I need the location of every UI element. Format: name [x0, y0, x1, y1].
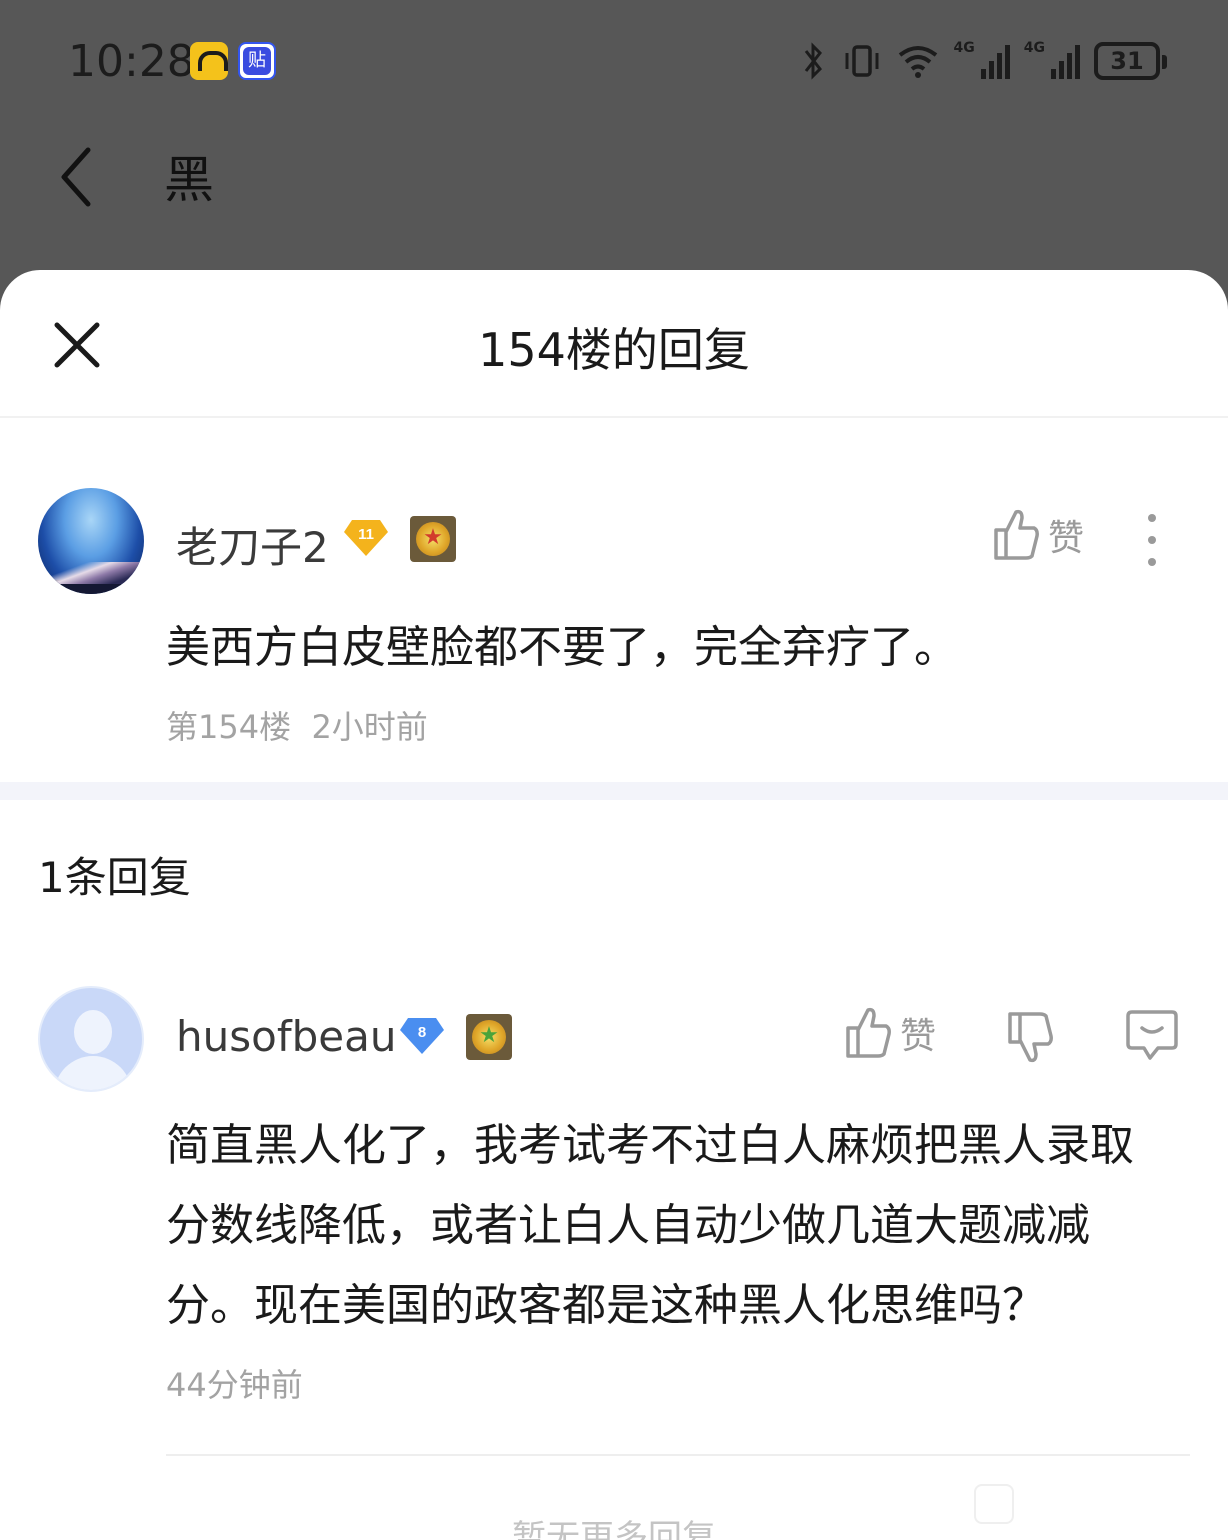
network-type-label: 4G — [953, 40, 975, 56]
signal-icon-2 — [1051, 43, 1080, 79]
level-badge-icon: 8 — [400, 1018, 444, 1054]
avatar[interactable] — [38, 986, 144, 1092]
svg-text:8: 8 — [418, 1024, 426, 1041]
car-app-icon — [190, 42, 228, 80]
floor-number: 第154楼 — [166, 708, 292, 746]
medal-icon — [410, 516, 456, 562]
like-button[interactable]: 赞 — [992, 508, 1084, 562]
tieba-app-icon: 贴 — [238, 42, 276, 80]
reply-time: 44分钟前 — [166, 1366, 303, 1404]
page-title: 黑 — [164, 151, 214, 209]
svg-text:11: 11 — [358, 526, 374, 543]
username[interactable]: 老刀子2 — [176, 514, 329, 575]
like-button[interactable]: 赞 — [844, 1006, 936, 1060]
more-options-icon[interactable] — [1148, 514, 1158, 566]
no-more-replies: 暂无更多回复 — [512, 1518, 716, 1540]
status-icons: 4G 4G 31 — [798, 38, 1167, 84]
like-label: 赞 — [900, 1016, 937, 1057]
thumbs-up-icon — [994, 509, 1039, 560]
reply-sheet: 154楼的回复 老刀子2 11 赞 美西方白皮壁脸都不要了，完全弃疗了。 第15… — [0, 270, 1228, 1540]
bluetooth-icon — [804, 42, 822, 80]
like-label: 赞 — [1048, 518, 1085, 559]
battery-icon: 31 — [1094, 42, 1167, 80]
back-arrow-icon[interactable] — [56, 146, 100, 208]
sheet-header: 154楼的回复 — [0, 270, 1228, 418]
reply-divider — [166, 1454, 1190, 1456]
reply-count: 1条回复 — [38, 853, 191, 902]
status-time: 10:28 — [68, 36, 195, 87]
username[interactable]: husofbeau — [176, 1012, 396, 1061]
section-divider — [0, 782, 1228, 800]
avatar[interactable] — [38, 488, 144, 594]
wifi-icon — [898, 46, 937, 78]
sheet-title: 154楼的回复 — [478, 323, 750, 377]
thumbs-up-icon — [846, 1007, 891, 1058]
post-time: 2小时前 — [311, 708, 428, 746]
post-meta: 第154楼 2小时前 — [166, 702, 428, 748]
thumbs-down-icon[interactable] — [1004, 1010, 1056, 1064]
medal-icon — [466, 1014, 512, 1060]
status-bar: 10:28 贴 4G 4G 31 — [0, 0, 1228, 120]
signal-icon — [980, 43, 1010, 79]
reply-content: 简直黑人化了，我考试考不过白人麻烦把黑人录取分数线降低，或者让白人自动少做几道大… — [166, 1120, 1134, 1331]
network-type-label-2: 4G — [1023, 40, 1045, 56]
vibrate-icon — [845, 45, 879, 77]
comment-icon[interactable] — [1126, 1008, 1178, 1062]
level-badge-icon: 11 — [344, 520, 388, 556]
post-content: 美西方白皮壁脸都不要了，完全弃疗了。 — [166, 622, 958, 673]
